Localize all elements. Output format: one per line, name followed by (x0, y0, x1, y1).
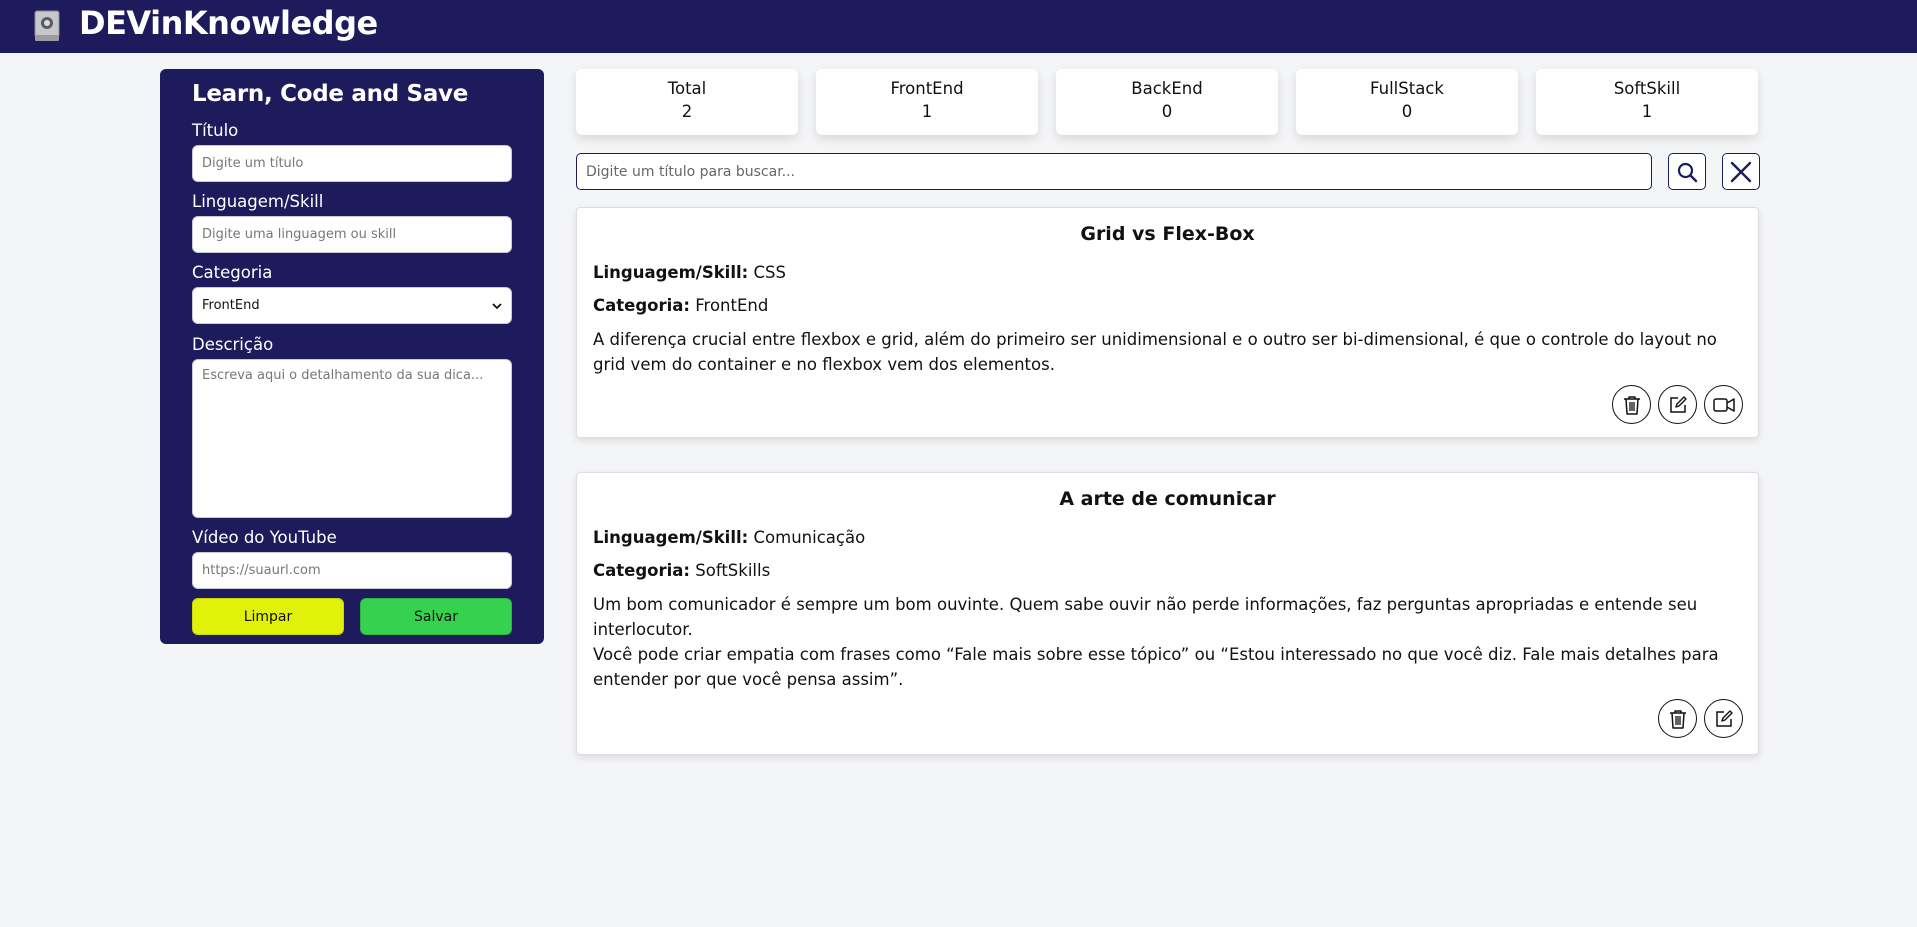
save-button[interactable]: Salvar (360, 598, 512, 635)
stat-label: Total (667, 79, 707, 98)
card-category-label: Categoria: (593, 296, 690, 315)
card-category: Categoria: FrontEnd (593, 296, 768, 315)
clear-search-button[interactable] (1722, 153, 1760, 190)
category-label: Categoria (192, 263, 273, 282)
description-label: Descrição (192, 335, 274, 354)
card-category-value: SoftSkills (695, 561, 771, 580)
close-icon (1729, 160, 1753, 184)
tip-card: Grid vs Flex-Box Linguagem/Skill: CSS Ca… (576, 207, 1759, 438)
card-skill-value: CSS (753, 263, 786, 282)
description-textarea[interactable]: Escreva aqui o detalhamento da sua dica.… (192, 359, 512, 518)
card-title: A arte de comunicar (1059, 488, 1276, 510)
card-skill: Linguagem/Skill: Comunicação (593, 528, 865, 547)
edit-icon (1714, 709, 1734, 729)
search-button[interactable] (1668, 153, 1706, 190)
title-label: Título (192, 121, 239, 140)
title-input[interactable]: Digite um título (192, 145, 512, 182)
video-camera-icon (1712, 397, 1735, 413)
trash-icon (1623, 395, 1641, 415)
video-label: Vídeo do YouTube (192, 528, 337, 547)
skill-label: Linguagem/Skill (192, 192, 324, 211)
stat-label: FullStack (1370, 79, 1444, 98)
card-skill-label: Linguagem/Skill: (593, 528, 749, 547)
card-description: A diferença crucial entre flexbox e grid… (593, 330, 1717, 374)
card-title: Grid vs Flex-Box (1080, 223, 1255, 245)
stat-label: FrontEnd (890, 79, 964, 98)
card-category-value: FrontEnd (695, 296, 769, 315)
stat-backend: BackEnd 0 (1056, 69, 1278, 135)
card-category: Categoria: SoftSkills (593, 561, 770, 580)
video-button[interactable] (1704, 385, 1743, 424)
card-skill: Linguagem/Skill: CSS (593, 263, 786, 282)
stat-label: BackEnd (1131, 79, 1203, 98)
clear-button[interactable]: Limpar (192, 598, 344, 635)
stat-value: 2 (681, 102, 693, 121)
stat-softskill: SoftSkill 1 (1536, 69, 1758, 135)
app-header: DEVinKnowledge (0, 0, 1917, 53)
skill-input[interactable]: Digite uma linguagem ou skill (192, 216, 512, 253)
card-skill-value: Comunicação (753, 528, 866, 547)
trash-icon (1669, 709, 1687, 729)
form-heading: Learn, Code and Save (192, 81, 469, 107)
delete-button[interactable] (1658, 699, 1697, 738)
category-select[interactable]: FrontEnd (192, 287, 512, 324)
stat-label: SoftSkill (1613, 79, 1681, 98)
book-icon (33, 9, 61, 43)
stat-frontend: FrontEnd 1 (816, 69, 1038, 135)
card-description-paragraph: Você pode criar empatia com frases como … (593, 645, 1719, 689)
stat-value: 0 (1161, 102, 1173, 121)
stat-fullstack: FullStack 0 (1296, 69, 1518, 135)
app-title[interactable]: DEVinKnowledge (79, 4, 378, 42)
search-icon (1676, 161, 1698, 183)
card-skill-label: Linguagem/Skill: (593, 263, 749, 282)
search-input[interactable]: Digite um título para buscar... (576, 153, 1652, 190)
tip-form: Learn, Code and Save Título Digite um tí… (160, 69, 544, 644)
chevron-down-icon (492, 301, 502, 311)
edit-button[interactable] (1658, 385, 1697, 424)
edit-icon (1668, 395, 1688, 415)
card-description-paragraph: Um bom comunicador é sempre um bom ouvin… (593, 595, 1698, 639)
stat-total: Total 2 (576, 69, 798, 135)
card-description: Um bom comunicador é sempre um bom ouvin… (593, 592, 1743, 692)
stat-value: 0 (1401, 102, 1413, 121)
tip-card: A arte de comunicar Linguagem/Skill: Com… (576, 472, 1759, 755)
stat-value: 1 (921, 102, 933, 121)
edit-button[interactable] (1704, 699, 1743, 738)
delete-button[interactable] (1612, 385, 1651, 424)
category-selected-value: FrontEnd (202, 298, 260, 313)
card-category-label: Categoria: (593, 561, 690, 580)
video-url-input[interactable]: https://suaurl.com (192, 552, 512, 589)
stat-value: 1 (1641, 102, 1653, 121)
